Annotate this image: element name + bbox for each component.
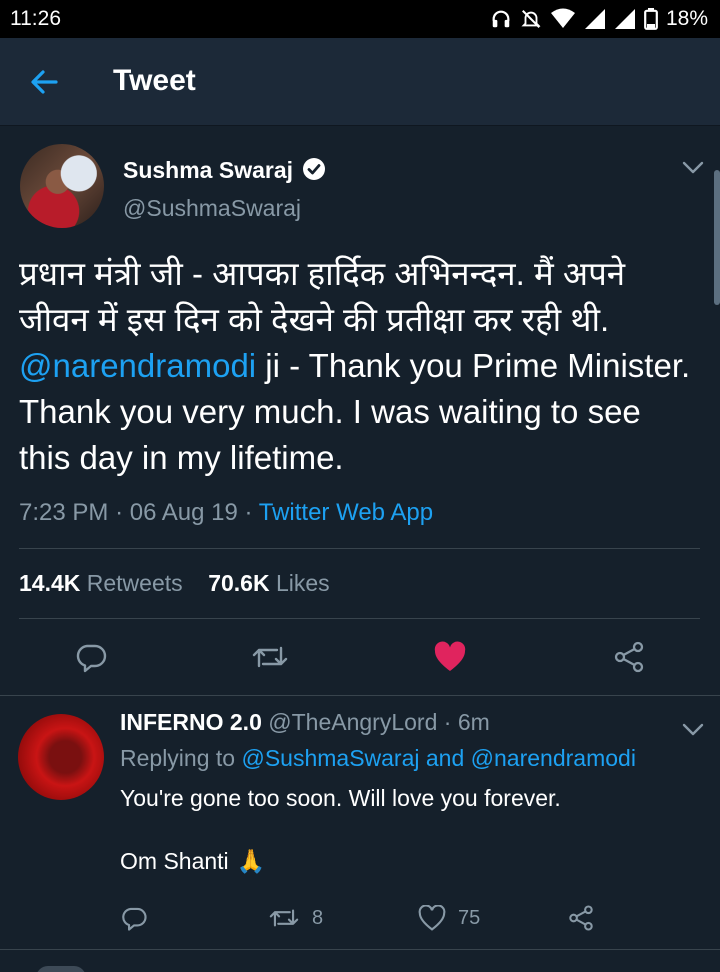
retweet-icon [252,646,288,668]
headphones-icon [492,10,510,28]
wifi-icon [550,8,575,28]
reply-button[interactable] [120,900,148,936]
replying-to: Replying to @SushmaSwaraj and @narendram… [120,745,636,772]
likes-count: 70.6K [208,570,270,596]
like-button[interactable]: 75 [418,900,480,936]
back-button[interactable] [26,64,62,100]
mention-link[interactable]: @narendramodi [19,347,256,384]
share-button[interactable] [567,900,595,936]
meta-separator: · [244,499,253,526]
retweets-stat[interactable]: 14.4K Retweets [19,570,183,596]
tweet-text-line: जीवन में इस दिन को देखने की प्रतीक्षा कर… [19,301,610,338]
signal-icon [584,9,605,29]
like-button[interactable] [430,635,470,679]
reply-text: You're gone too soon. Will love you fore… [120,785,561,811]
mention-link[interactable]: @SushmaSwaraj [241,745,419,771]
heart-icon [418,905,446,931]
reply-button[interactable] [71,635,111,679]
divider [0,695,720,696]
reply-retweet-count: 8 [312,906,324,929]
likes-stat[interactable]: 70.6K Likes [208,570,329,596]
divider [19,618,700,619]
share-button[interactable] [609,635,649,679]
share-icon [569,905,593,931]
avatar[interactable] [18,714,104,800]
status-icons: 18% [490,7,708,31]
retweet-button[interactable]: 8 [268,900,323,936]
app-header: Tweet [0,38,720,126]
tweet-time: 7:23 PM [19,499,109,526]
retweet-icon [269,909,299,927]
reply-author-handle[interactable]: @TheAngryLord [268,709,437,735]
chevron-down-icon[interactable] [682,723,704,737]
replying-and: and [425,745,465,771]
reply-icon [76,644,107,673]
battery-icon [644,8,658,30]
likes-label: Likes [275,570,330,596]
reply-actions: 8 75 [0,900,720,936]
tweet-source-link[interactable]: Twitter Web App [259,499,433,526]
signal-icon [614,9,635,29]
retweets-label: Retweets [86,570,183,596]
reply-icon [122,907,147,931]
reply-time: · 6m [443,709,490,735]
reply-text-line-2: Om Shanti [120,848,229,874]
avatar[interactable] [36,966,86,972]
tweet-text: प्रधान मंत्री जी - आपका हार्दिक अभिनन्दन… [19,251,699,481]
heart-icon [434,641,466,671]
folded-hands-emoji: 🙏 [236,848,266,874]
verified-badge-icon [303,158,325,180]
status-time: 11:26 [10,7,61,30]
avatar[interactable] [20,144,104,228]
replying-prefix: Replying to [120,745,236,771]
tweet-text-line: प्रधान मंत्री जी - आपका हार्दिक अभिनन्दन… [19,255,626,292]
mention-link[interactable]: @narendramodi [471,745,636,771]
divider [19,548,700,549]
status-bar: 11:26 18% [0,0,720,38]
chevron-down-icon[interactable] [682,161,704,175]
meta-separator: · [115,499,124,526]
scrollbar[interactable] [714,170,720,305]
tweet-actions [0,635,720,695]
retweets-count: 14.4K [19,570,81,596]
retweet-button[interactable] [250,635,290,679]
reply-author-name[interactable]: INFERNO 2.0 [120,709,262,735]
share-icon [614,641,644,673]
tweet-meta: 7:23 PM · 06 Aug 19 · Twitter Web App [19,499,433,527]
reply-text-line: Om Shanti 🙏 [120,846,265,876]
battery-percent: 18% [665,7,708,30]
divider [0,949,720,950]
reply-header: INFERNO 2.0 @TheAngryLord · 6m [120,709,490,736]
author-name[interactable]: Sushma Swaraj [123,157,293,184]
tweet-stats: 14.4K Retweets 70.6K Likes [19,570,330,597]
author-handle[interactable]: @SushmaSwaraj [123,195,301,222]
tweet-date: 06 Aug 19 [129,499,238,526]
arrow-left-icon [31,70,58,94]
page-title: Tweet [113,64,196,97]
reply-like-count: 75 [458,906,481,929]
mute-icon [521,10,541,28]
